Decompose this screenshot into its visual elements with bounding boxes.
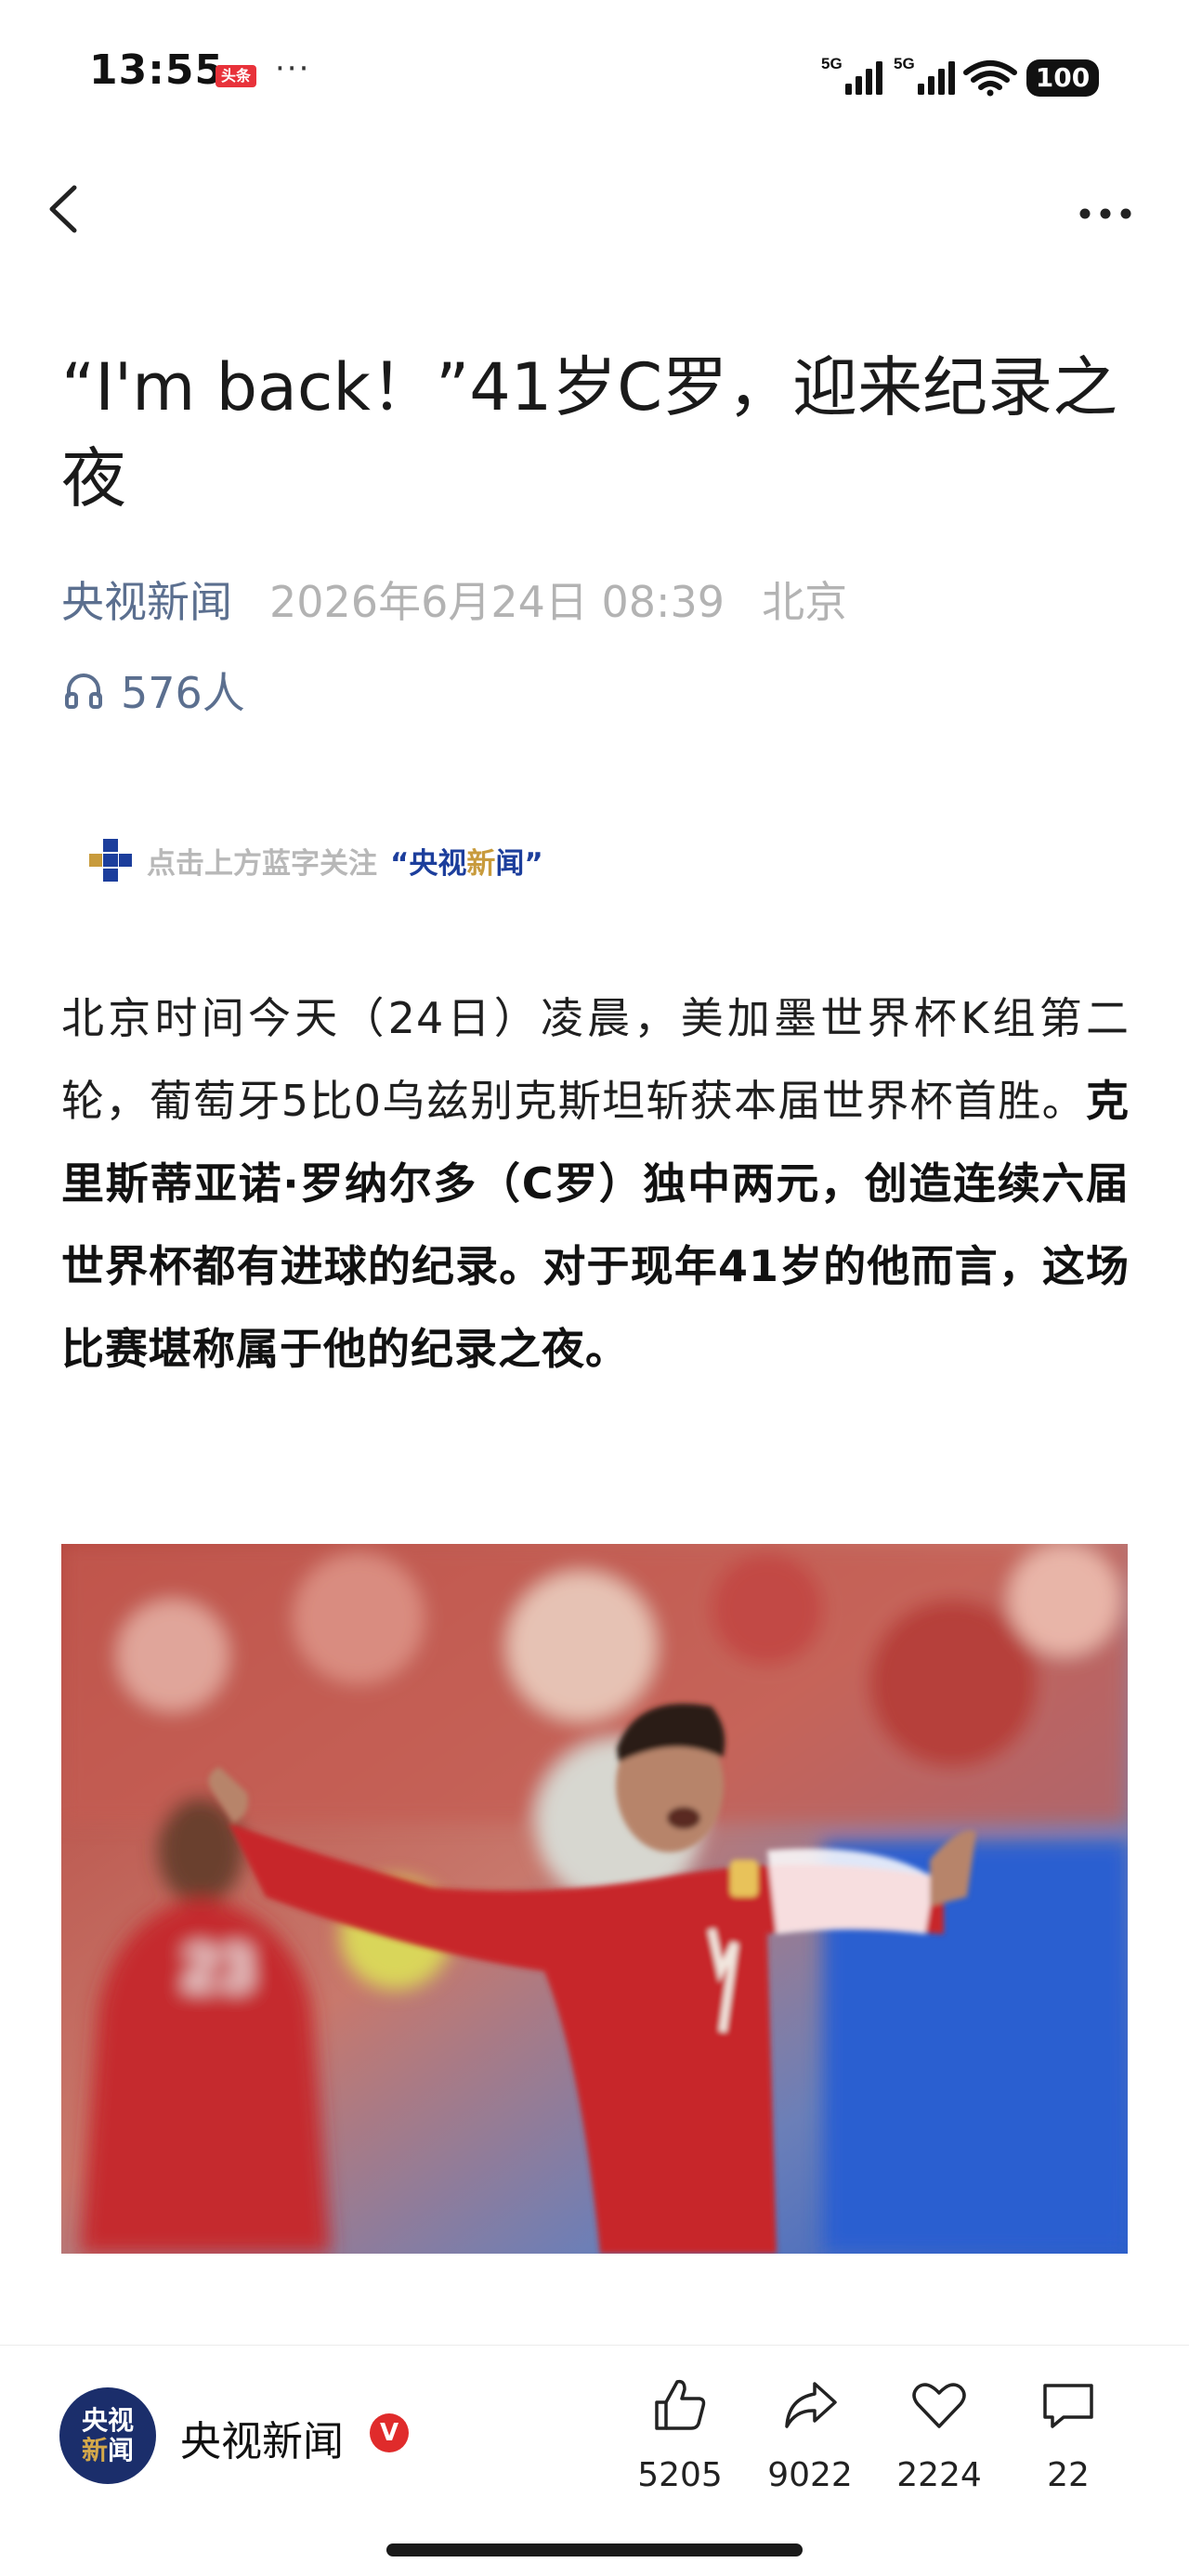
like-button[interactable]: 5205 [624,2374,736,2504]
wifi-icon [963,60,1017,97]
follow-brand: “央视新闻” [390,846,543,881]
listener-count: 576人 [121,668,245,718]
share-button[interactable]: 9022 [754,2374,866,2504]
article-location: 北京 [762,577,848,627]
home-indicator[interactable] [386,2543,803,2556]
verified-badge-icon: V [370,2413,409,2452]
share-icon [785,2382,837,2428]
channel-name[interactable]: 央视新闻 [180,2408,344,2467]
article-source[interactable]: 央视新闻 [61,569,232,630]
channel-avatar[interactable]: 央视 新闻 [59,2387,156,2484]
bottom-action-bar [0,2345,1189,2576]
comment-button[interactable]: 22 [1013,2374,1124,2504]
article-title: “I'm back！”41岁C罗，迎来纪录之夜 [61,349,1118,517]
follow-banner[interactable]: 点击上方蓝字关注 “央视新闻” [87,836,543,884]
article-body: 北京时间今天（24日）凌晨，美加墨世界杯K组第二轮，葡萄牙5比0乌兹别克斯坦斩获… [61,977,1130,1391]
more-button[interactable] [1068,186,1143,242]
signal-label: 5G [894,55,915,72]
like-count: 5205 [637,2456,723,2494]
svg-text:23: 23 [182,1931,255,2004]
heart-icon [912,2383,966,2428]
battery-indicator: 100 [1026,59,1099,97]
status-more-dots: ··· [275,50,311,87]
cellular-signal-icon: 5G [821,55,882,95]
article-body-plain: 北京时间今天（24日）凌晨，美加墨世界杯K组第二轮，葡萄牙5比0乌兹别克斯坦斩获… [61,993,1130,1126]
article-photo[interactable]: 23 [61,1544,1128,2254]
share-count: 9022 [767,2456,853,2494]
listen-button[interactable]: 576人 [61,658,245,723]
favorite-count: 2224 [896,2456,982,2494]
favorite-button[interactable]: 2224 [883,2374,995,2504]
status-time: 13:55 [89,46,225,94]
comment-icon [1043,2384,1093,2428]
thumbs-up-icon [655,2379,706,2430]
signal-label: 5G [821,55,843,72]
headphone-icon [65,673,102,709]
back-button[interactable] [37,177,93,242]
comment-count: 22 [1047,2456,1090,2494]
article-date: 2026年6月24日 08:39 [269,577,725,627]
cellular-signal-icon: 5G [894,55,955,95]
follow-prompt: 点击上方蓝字关注 [147,846,377,881]
cctv-news-logo-icon [89,839,132,882]
app-badge: 头条 [216,65,256,87]
more-icon [1079,208,1131,219]
back-icon [49,185,77,233]
article-meta: 央视新闻 2026年6月24日 08:39 北京 [61,567,847,632]
